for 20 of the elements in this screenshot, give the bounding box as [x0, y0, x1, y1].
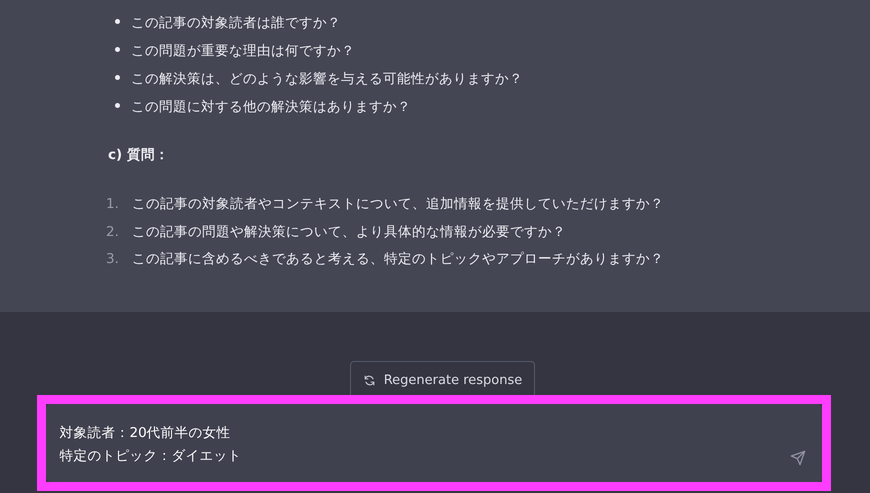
bullet-icon — [115, 102, 120, 108]
list-number: 3. — [106, 250, 120, 268]
send-button[interactable] — [790, 450, 806, 466]
list-item: この記事の対象読者は誰ですか？ — [131, 14, 341, 32]
list-item: この記事の対象読者やコンテキストについて、追加情報を提供していただけますか？ — [132, 195, 664, 213]
section-heading: c) 質問： — [108, 146, 170, 164]
bullet-icon — [115, 18, 120, 24]
list-item: この問題に対する他の解決策はありますか？ — [131, 98, 411, 116]
list-number: 2. — [106, 222, 120, 240]
bullet-icon — [115, 46, 120, 52]
list-item: この記事の問題や解決策について、より具体的な情報が必要ですか？ — [132, 222, 566, 240]
refresh-icon — [362, 374, 376, 386]
list-item: この解決策は、どのような影響を与える可能性がありますか？ — [131, 70, 523, 88]
list-item: この記事に含めるべきであると考える、特定のトピックやアプローチがありますか？ — [132, 250, 664, 268]
input-text: 対象読者：20代前半の女性 — [60, 424, 231, 443]
bullet-icon — [115, 74, 120, 80]
list-item: この問題が重要な理由は何ですか？ — [131, 42, 355, 60]
list-number: 1. — [106, 195, 120, 213]
input-text: 特定のトピック：ダイエット — [60, 447, 242, 466]
message-input[interactable]: 対象読者：20代前半の女性 特定のトピック：ダイエット — [46, 404, 822, 482]
